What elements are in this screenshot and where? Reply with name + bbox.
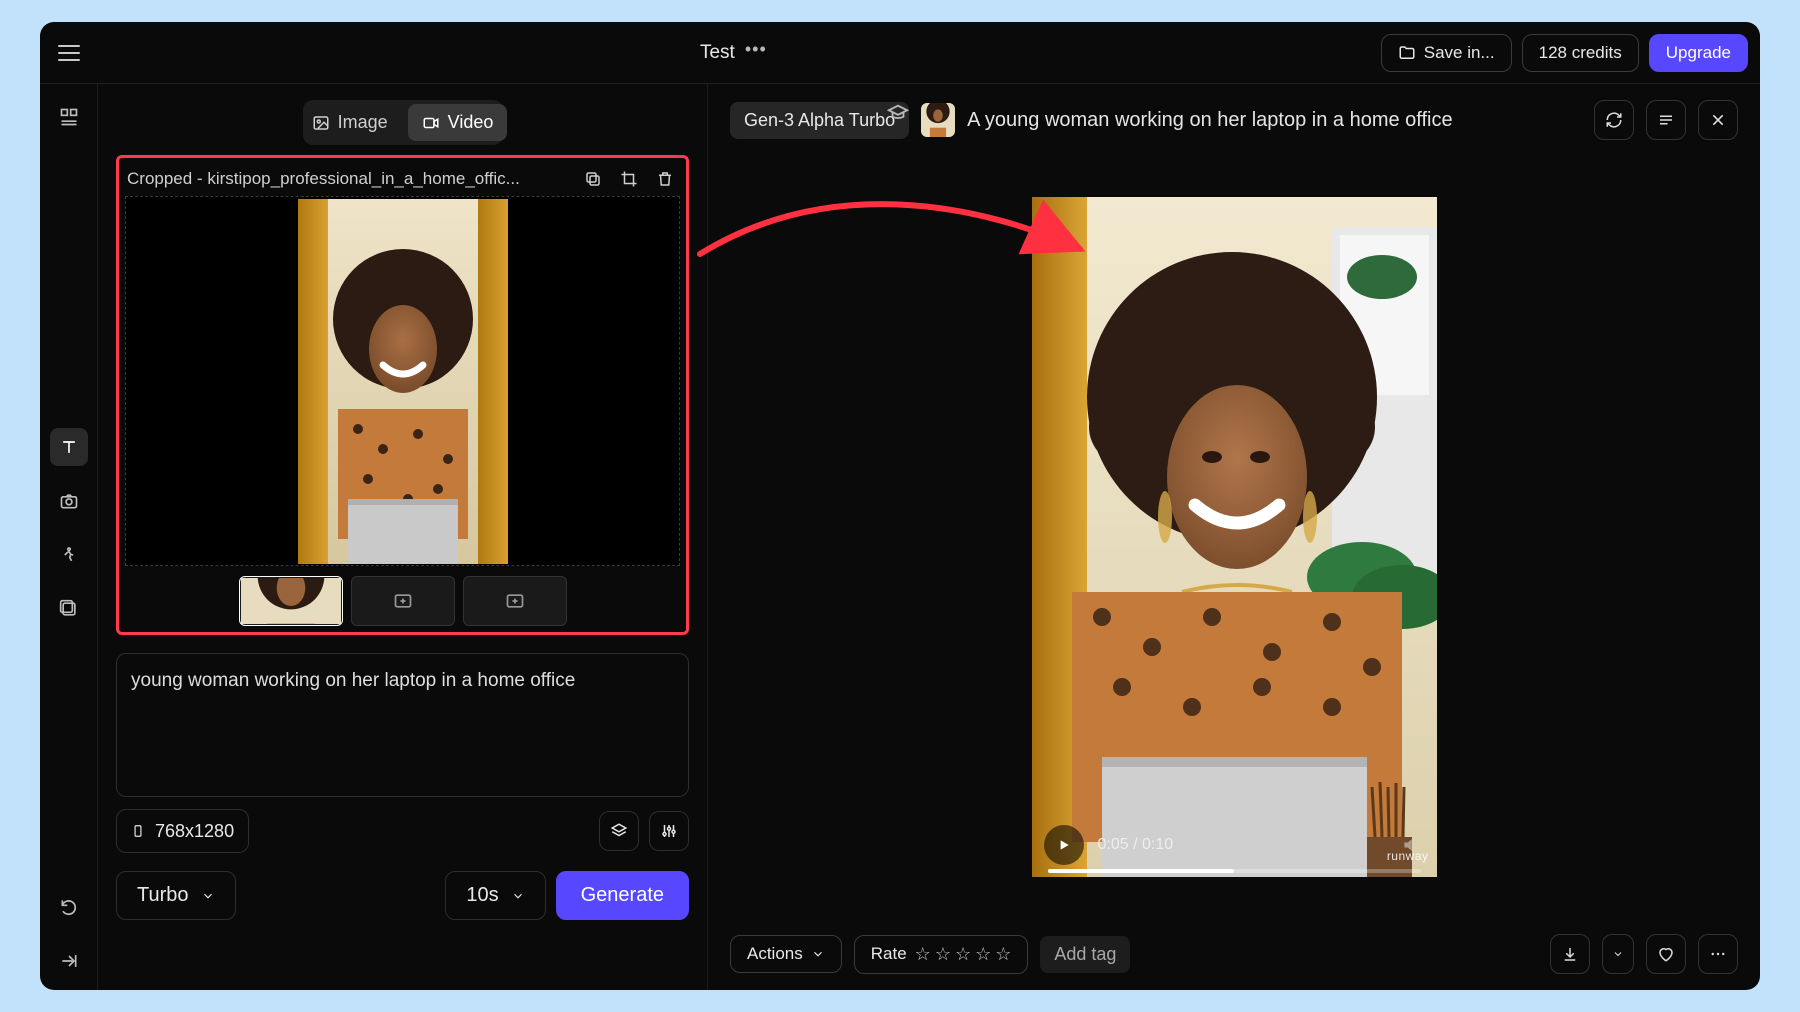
- model-label: Turbo: [137, 884, 189, 907]
- keyframe-add-end[interactable]: [463, 576, 567, 626]
- video-time: 0:05 / 0:10: [1098, 836, 1174, 854]
- dimensions-button[interactable]: 768x1280: [116, 809, 249, 853]
- play-icon[interactable]: [1044, 825, 1084, 865]
- app-window: Test ••• Save in... 128 credits Upgrade: [40, 22, 1760, 990]
- tab-video-label: Video: [448, 112, 494, 133]
- heart-icon[interactable]: [1646, 934, 1686, 974]
- trash-icon[interactable]: [652, 166, 678, 192]
- layers-icon[interactable]: [599, 811, 639, 851]
- text-icon[interactable]: [50, 428, 88, 466]
- undo-icon[interactable]: [50, 888, 88, 926]
- save-in-label: Save in...: [1424, 43, 1495, 63]
- portrait-icon: [131, 820, 145, 842]
- rate-widget[interactable]: Rate ☆ ☆ ☆ ☆ ☆: [854, 935, 1029, 974]
- video-stage[interactable]: 0:05 / 0:10 runway: [730, 154, 1738, 920]
- refresh-icon[interactable]: [1594, 100, 1634, 140]
- crop-icon[interactable]: [616, 166, 642, 192]
- model-chip[interactable]: Gen-3 Alpha Turbo: [730, 102, 909, 139]
- video-controls: 0:05 / 0:10: [1032, 813, 1437, 877]
- aspect-icon[interactable]: [50, 590, 88, 628]
- add-tag-label: Add tag: [1054, 944, 1116, 964]
- credits-label: 128 credits: [1539, 43, 1622, 63]
- sliders-icon[interactable]: [649, 811, 689, 851]
- layout-icon[interactable]: [50, 98, 88, 136]
- save-in-button[interactable]: Save in...: [1381, 34, 1512, 72]
- actions-label: Actions: [747, 944, 803, 964]
- download-chevron-icon[interactable]: [1602, 934, 1634, 974]
- image-stage[interactable]: [125, 196, 680, 566]
- app-body: Image Video Cropped - kirstipop_professi: [40, 84, 1760, 990]
- actions-button[interactable]: Actions: [730, 935, 842, 973]
- list-icon[interactable]: [1646, 100, 1686, 140]
- top-bar: Test ••• Save in... 128 credits Upgrade: [40, 22, 1760, 84]
- keyframe-add-mid[interactable]: [351, 576, 455, 626]
- source-image: [298, 199, 508, 564]
- duration-select[interactable]: 10s: [445, 871, 545, 920]
- more-icon[interactable]: [1698, 934, 1738, 974]
- prompt-input[interactable]: young woman working on her laptop in a h…: [116, 653, 689, 797]
- tab-video[interactable]: Video: [408, 104, 508, 141]
- dimensions-label: 768x1280: [155, 821, 234, 842]
- star-icon[interactable]: ☆: [975, 944, 991, 965]
- upgrade-button[interactable]: Upgrade: [1649, 34, 1748, 72]
- hamburger-icon[interactable]: [52, 36, 86, 70]
- expand-icon[interactable]: [50, 942, 88, 980]
- generate-button[interactable]: Generate: [556, 871, 689, 920]
- star-icon[interactable]: ☆: [915, 944, 931, 965]
- folder-icon: [1398, 44, 1416, 62]
- rate-label: Rate: [871, 944, 907, 964]
- keyframe-thumbs: [125, 566, 680, 626]
- add-tag-button[interactable]: Add tag: [1040, 936, 1130, 973]
- star-icon[interactable]: ☆: [955, 944, 971, 965]
- more-icon[interactable]: •••: [745, 39, 767, 60]
- input-panel: Image Video Cropped - kirstipop_professi: [98, 84, 708, 990]
- preview-title: A young woman working on her laptop in a…: [967, 109, 1582, 132]
- source-filename: Cropped - kirstipop_professional_in_a_ho…: [127, 169, 570, 189]
- project-title: Test: [700, 42, 735, 64]
- tab-image[interactable]: Image: [298, 104, 402, 141]
- chevron-down-icon: [811, 947, 825, 961]
- generate-label: Generate: [581, 884, 664, 907]
- source-image-card: Cropped - kirstipop_professional_in_a_ho…: [116, 155, 689, 635]
- chevron-down-icon: [511, 889, 525, 903]
- watermark: runway: [1387, 849, 1429, 863]
- left-toolbar: [40, 84, 98, 990]
- model-select[interactable]: Turbo: [116, 871, 236, 920]
- duration-label: 10s: [466, 884, 498, 907]
- duplicate-icon[interactable]: [580, 166, 606, 192]
- upgrade-label: Upgrade: [1666, 43, 1731, 63]
- camera-icon[interactable]: [50, 482, 88, 520]
- star-icon[interactable]: ☆: [935, 944, 951, 965]
- close-icon[interactable]: [1698, 100, 1738, 140]
- video-icon: [422, 114, 440, 132]
- download-icon[interactable]: [1550, 934, 1590, 974]
- chevron-down-icon: [201, 889, 215, 903]
- keyframe-1[interactable]: [239, 576, 343, 626]
- star-icon[interactable]: ☆: [995, 944, 1011, 965]
- source-thumb-icon[interactable]: [921, 103, 955, 137]
- credits-button[interactable]: 128 credits: [1522, 34, 1639, 72]
- motion-icon[interactable]: [50, 536, 88, 574]
- tab-image-label: Image: [338, 112, 388, 133]
- prompt-text: young woman working on her laptop in a h…: [131, 670, 575, 691]
- image-icon: [312, 114, 330, 132]
- preview-pane: Gen-3 Alpha Turbo A young woman working …: [708, 84, 1760, 990]
- input-tabs: Image Video: [303, 100, 503, 145]
- video-progress[interactable]: [1048, 869, 1421, 873]
- generated-video-frame: [1032, 197, 1437, 877]
- stars: ☆ ☆ ☆ ☆ ☆: [915, 944, 1012, 965]
- graduation-cap-icon[interactable]: [887, 102, 909, 124]
- model-chip-label: Gen-3 Alpha Turbo: [744, 110, 895, 130]
